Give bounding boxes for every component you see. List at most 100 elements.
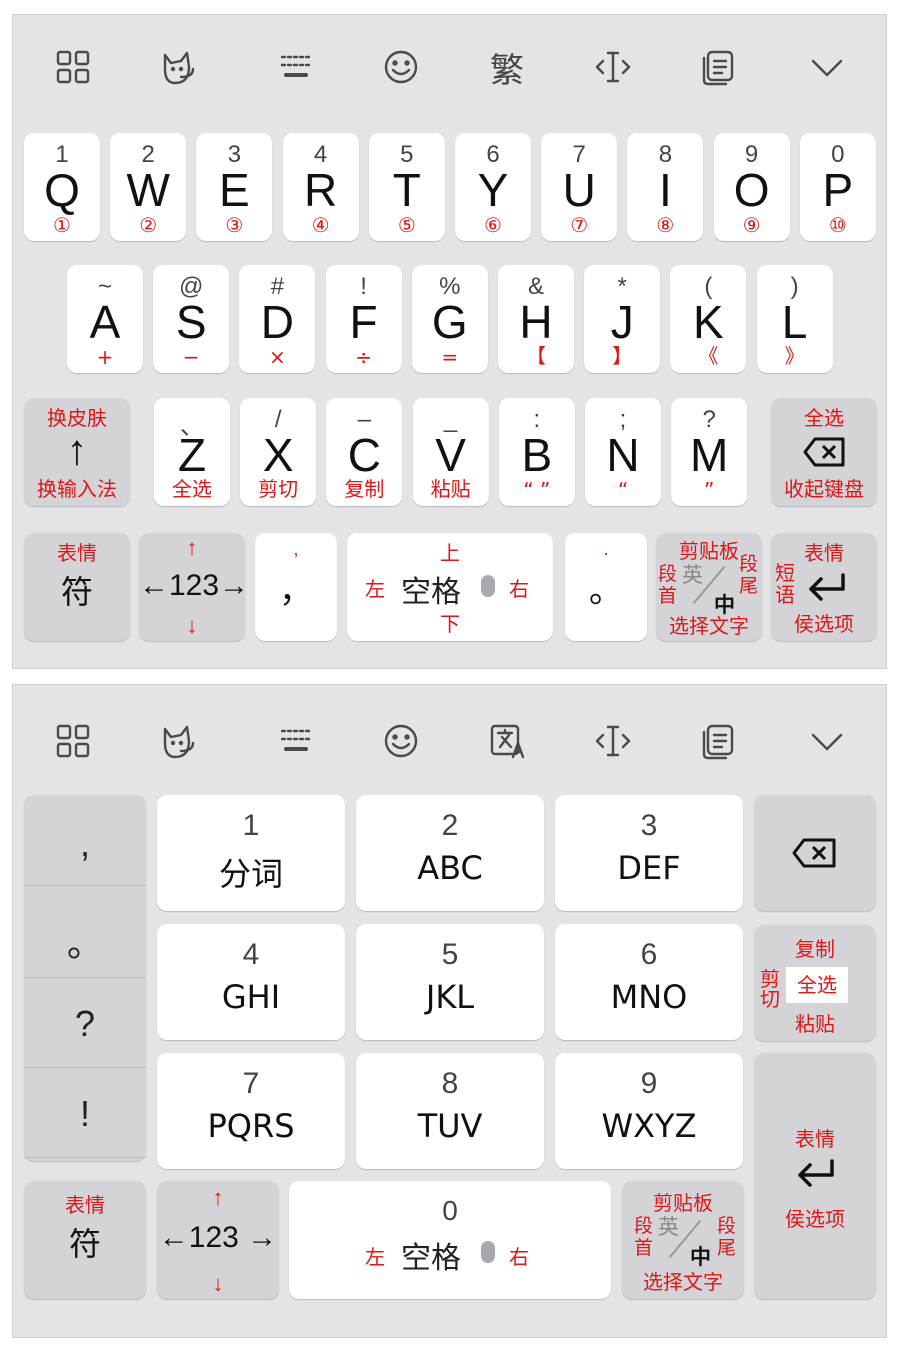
cursor-move-icon[interactable] [581, 37, 645, 97]
cursor-move-icon[interactable] [581, 711, 645, 771]
key-n[interactable]: ; N “ [585, 398, 661, 506]
key-letter: T [392, 164, 421, 216]
traditional-label: 繁 [490, 50, 524, 91]
key-b[interactable]: : B “ ” [498, 398, 575, 506]
keyboard-icon[interactable] [264, 711, 328, 771]
punct-period-key[interactable]: 。 [24, 915, 146, 967]
key-letter: O [733, 164, 770, 216]
key-h[interactable]: & H 【 [498, 265, 574, 373]
clipboard-icon[interactable] [686, 37, 750, 97]
key-letter: D [260, 296, 294, 348]
cat-skin-icon[interactable] [147, 37, 211, 97]
key-letter: Y [477, 164, 509, 216]
key-x[interactable]: / X 剪切 [240, 398, 317, 506]
keyboard-icon[interactable] [264, 37, 328, 97]
key-alt-label: 粘贴 [430, 477, 471, 501]
t9-key-5[interactable]: 5 JKL [356, 924, 544, 1040]
punct-exclaim-key[interactable]: ! [24, 1093, 146, 1135]
t9-edit-key[interactable]: 复制 剪 切 全选 粘贴 [754, 925, 876, 1041]
period-key[interactable]: . 。 [565, 533, 647, 641]
number-switch-key[interactable]: ↑ ←123→ ↓ [139, 533, 249, 641]
backspace-key[interactable]: 全选 收起键盘 [771, 398, 877, 506]
key-alt-label: 剪切 [258, 477, 299, 501]
key-alt-label: “ [617, 478, 629, 502]
t9-digit: 4 [242, 938, 260, 971]
key-e[interactable]: 3E③ [196, 133, 273, 241]
paragraph-end-label-2: 尾 [716, 1237, 736, 1259]
key-p[interactable]: 0P⑩ [799, 133, 876, 241]
space-key[interactable]: 上 左 空格 右 下 [347, 533, 553, 641]
key-alt-label: ⑨ [742, 213, 761, 237]
key-j[interactable]: * J】 [584, 265, 661, 373]
key-z[interactable]: 、 Z 全选 [154, 398, 230, 506]
symbol-label: 符 [60, 573, 93, 611]
key-q[interactable]: 1Q① [24, 133, 100, 241]
key-w[interactable]: 2W② [110, 133, 187, 241]
key-l[interactable]: ) L 》 [756, 265, 833, 373]
key-m[interactable]: ? M” [671, 398, 748, 506]
t9-digit: 6 [640, 938, 658, 971]
t9-language-switch-key[interactable]: 剪贴板 段 首 英 中 段 尾 选择文字 [622, 1181, 744, 1299]
t9-symbol-key[interactable]: 表情 符 [24, 1181, 146, 1299]
paragraph-end-label-2: 尾 [738, 575, 758, 597]
key-g[interactable]: % G = [411, 265, 488, 373]
t9-key-4[interactable]: 4 GHI [157, 924, 345, 1040]
key-alt-label: 《 [698, 344, 719, 368]
down-arrow-hint: ↓ [186, 613, 198, 638]
key-o[interactable]: 9O⑨ [713, 133, 790, 241]
space-left-hint: 左 [365, 1245, 385, 1269]
t9-number-switch-key[interactable]: ↑ ←123 → ↓ [157, 1181, 279, 1299]
paragraph-start-label-2: 首 [658, 585, 678, 607]
key-letter: G [431, 296, 468, 348]
key-t[interactable]: 5T⑤ [368, 133, 445, 241]
shift-key[interactable]: 换皮肤 ↑ 换输入法 [24, 398, 130, 506]
punct-comma-key[interactable]: , [24, 823, 146, 865]
key-f[interactable]: ! F ÷ [325, 265, 402, 373]
t9-key-7[interactable]: 7 PQRS [157, 1053, 345, 1169]
collapse-icon[interactable] [795, 711, 859, 771]
key-y[interactable]: 6Y⑥ [455, 133, 531, 241]
t9-space-key[interactable]: 0 左 空格 右 [289, 1181, 611, 1299]
key-c[interactable]: – C 复制 [326, 398, 403, 506]
t9-enter-key[interactable]: 表情 侯选项 [754, 1053, 876, 1299]
t9-key-1[interactable]: 1 分词 [157, 795, 345, 911]
key-letter: N [606, 429, 640, 481]
key-i[interactable]: 8I⑧ [627, 133, 704, 241]
num123-label: ←123 → [158, 1221, 278, 1254]
clipboard-icon[interactable] [686, 711, 750, 771]
grid-icon[interactable] [41, 711, 105, 771]
t9-digit: 7 [242, 1067, 260, 1100]
key-alt-label: ÷ [355, 345, 372, 369]
t9-key-2[interactable]: 2 ABC [356, 795, 544, 911]
t9-backspace-key[interactable] [754, 795, 876, 911]
traditional-chinese-icon[interactable]: 繁 [475, 37, 539, 97]
key-k[interactable]: (K 《 [670, 265, 747, 373]
t9-key-6[interactable]: 6 MNO [555, 924, 743, 1040]
grid-icon[interactable] [41, 37, 105, 97]
key-alt-label: 》 [784, 344, 805, 368]
key-v[interactable]: _ V 粘贴 [412, 398, 489, 506]
collapse-icon[interactable] [795, 37, 859, 97]
translate-icon[interactable] [475, 711, 539, 771]
key-r[interactable]: 4R④ [282, 133, 359, 241]
cat-skin-icon[interactable] [147, 711, 211, 771]
key-a[interactable]: ~ A + [67, 265, 143, 373]
symbol-key[interactable]: 表情 符 [24, 533, 130, 641]
language-switch-key[interactable]: 剪贴板 段 首 英 中 段 尾 选择文字 [656, 533, 762, 641]
key-d[interactable]: # D × [239, 265, 316, 373]
comma-key[interactable]: , ， [255, 533, 337, 641]
t9-letters: TUV [417, 1107, 483, 1145]
punct-question-key[interactable]: ? [24, 1003, 146, 1045]
enter-key[interactable]: 表情 短 语 侯选项 [771, 533, 877, 641]
t9-key-8[interactable]: 8 TUV [356, 1053, 544, 1169]
key-alt-label: − [182, 345, 200, 369]
key-s[interactable]: @ S − [153, 265, 230, 373]
up-arrow-hint: ↑ [212, 1185, 224, 1210]
t9-key-3[interactable]: 3 DEF [555, 795, 743, 911]
emoji-icon[interactable] [369, 711, 433, 771]
t9-key-9[interactable]: 9 WXYZ [555, 1053, 743, 1169]
key-u[interactable]: 7U⑦ [541, 133, 618, 241]
emoji-icon[interactable] [369, 37, 433, 97]
key-alt-label: ” [704, 478, 715, 502]
hide-keyboard-label: 收起键盘 [784, 477, 864, 501]
